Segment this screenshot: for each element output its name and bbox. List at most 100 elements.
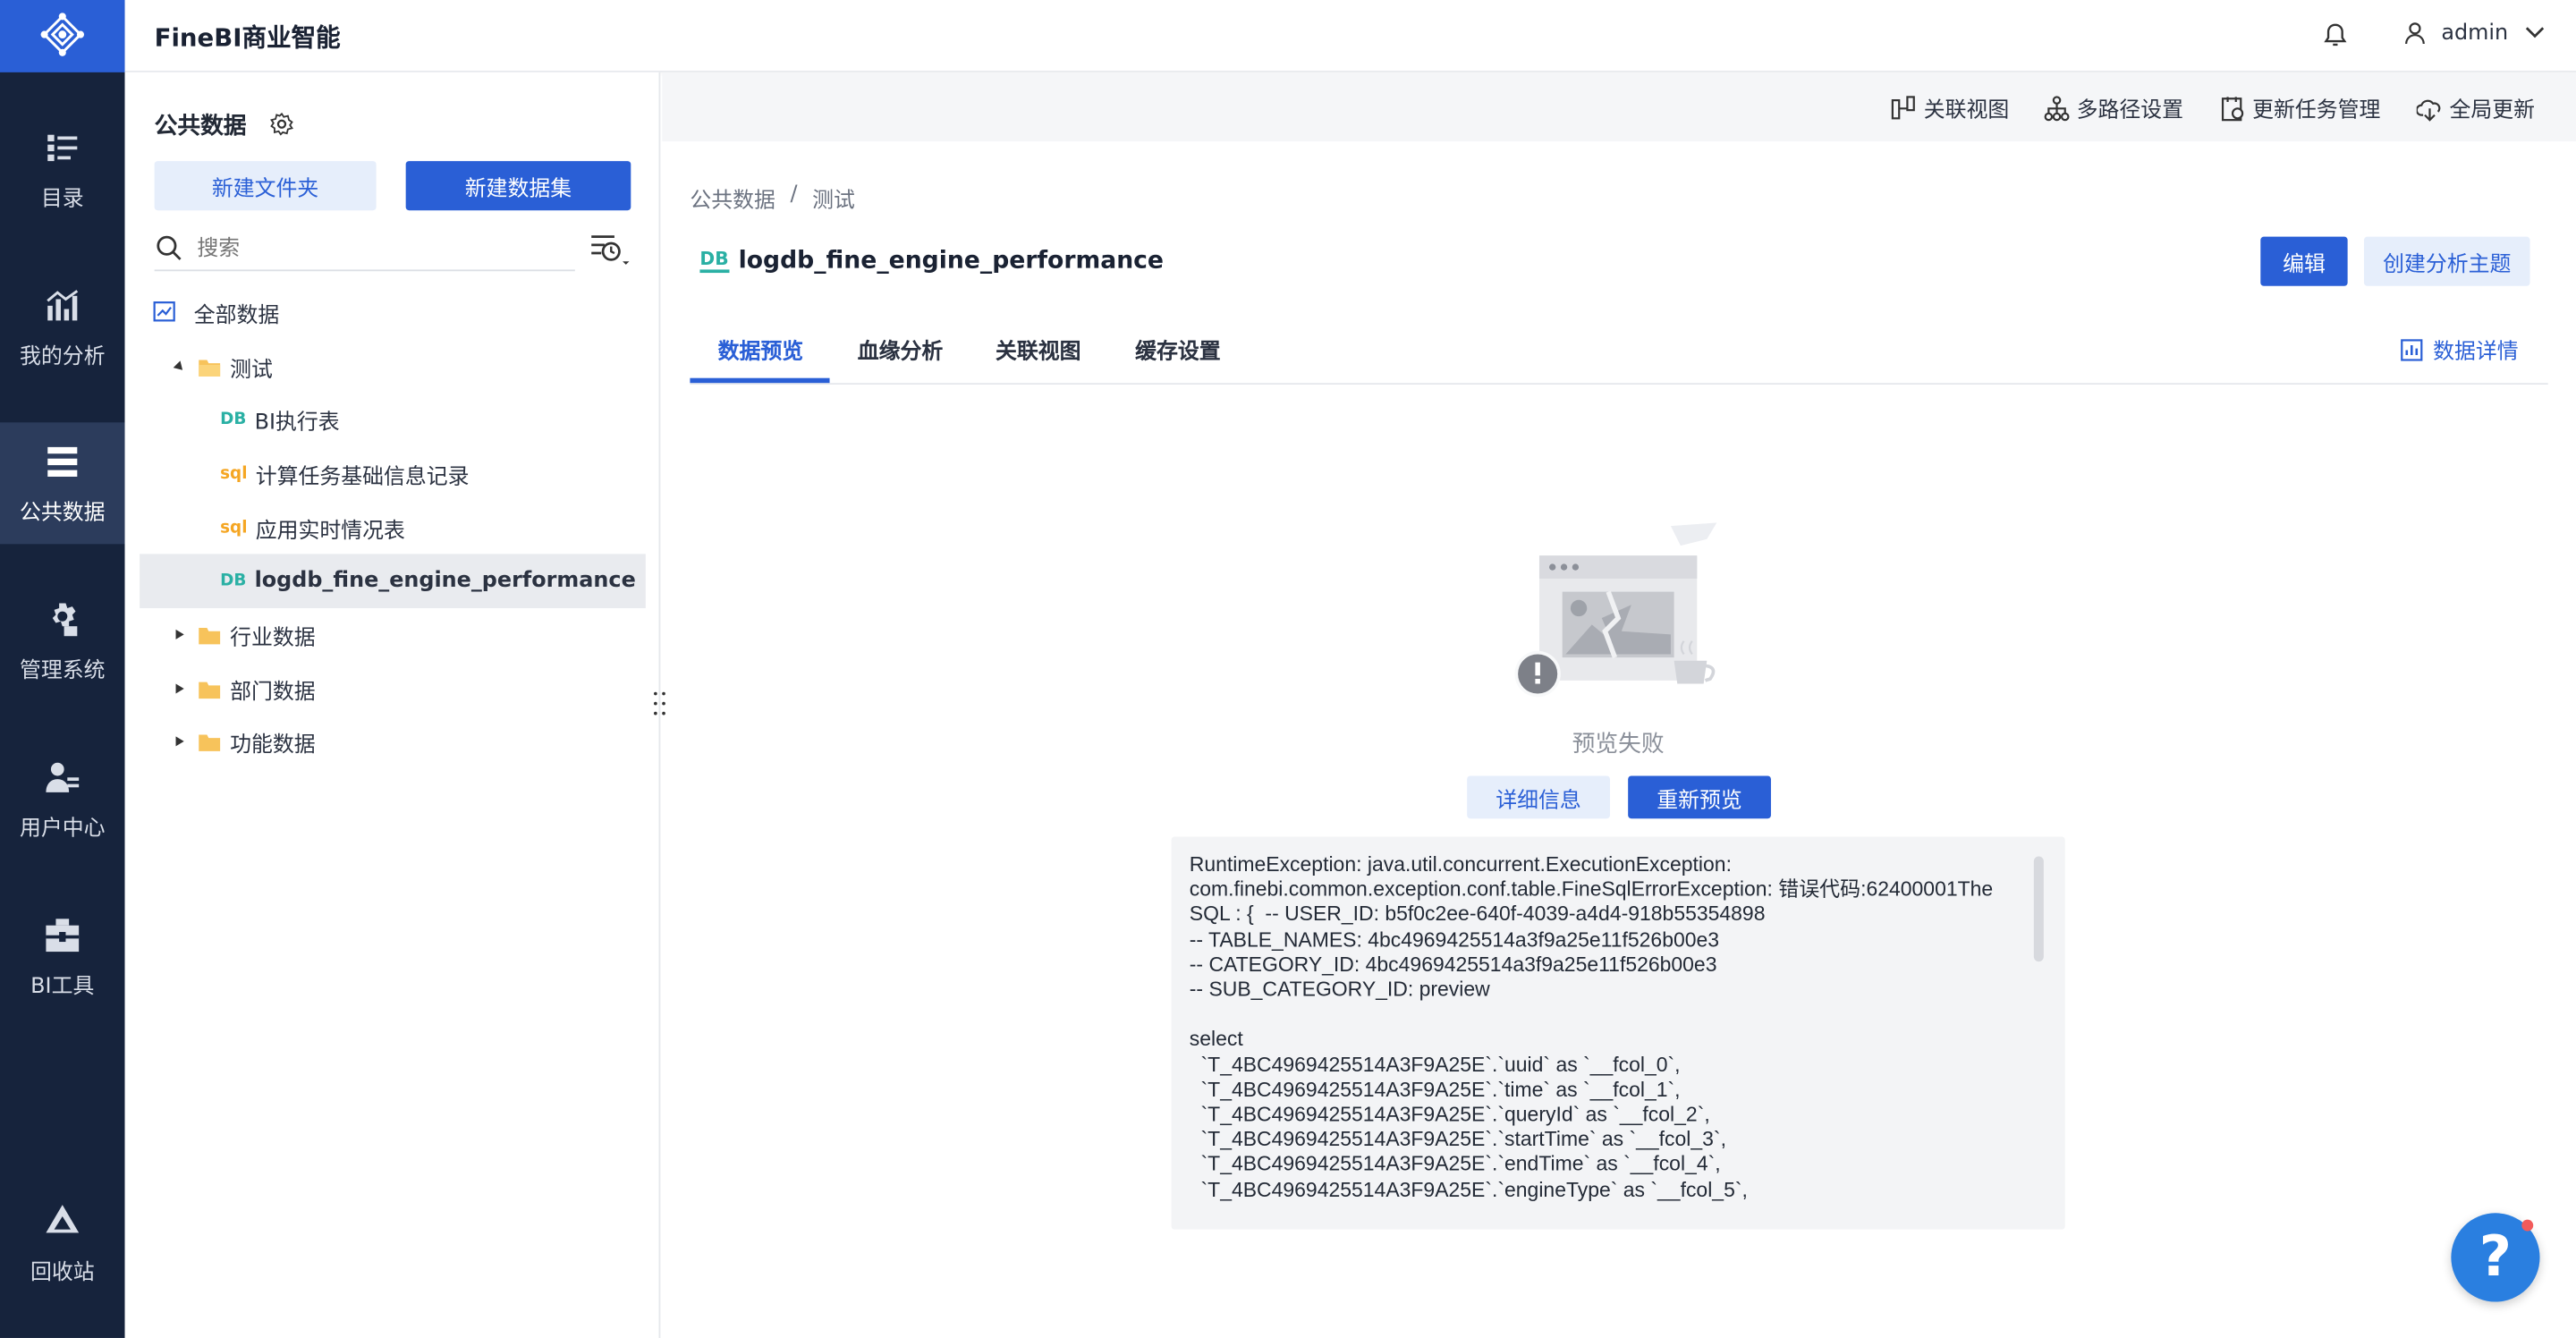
search-input[interactable] (197, 235, 559, 261)
tree-item-dataset[interactable]: DB BI执行表 (220, 393, 340, 445)
tree-item-all-data[interactable]: 全部数据 (153, 286, 279, 339)
app-logo[interactable] (0, 0, 125, 72)
nav-label: 目录 (40, 186, 84, 212)
nav-item-user-center[interactable]: 用户中心 (0, 738, 125, 860)
tab-relation-view[interactable]: 关联视图 (996, 334, 1081, 365)
search-icon (157, 235, 182, 260)
user-menu[interactable]: admin (2402, 20, 2544, 46)
folder-icon (199, 681, 221, 699)
cloud-refresh-icon (2416, 98, 2441, 121)
toolbar-update-task-button[interactable]: 更新任务管理 (2219, 92, 2380, 123)
bell-icon[interactable] (2321, 21, 2349, 49)
relation-view-icon (1891, 95, 1915, 119)
nav-item-recycle-bin[interactable]: 回收站 (0, 1181, 125, 1303)
task-icon (2221, 96, 2244, 121)
tab-divider (690, 383, 2548, 385)
filter-history-icon[interactable] (589, 233, 632, 267)
breadcrumb-current[interactable]: 测试 (812, 182, 855, 214)
tree-item-dataset-selected[interactable]: DB logdb_fine_engine_performance (220, 554, 636, 606)
folder-open-icon (199, 359, 221, 376)
app-title: FineBI商业智能 (154, 22, 341, 53)
preview-failed-illustration (1514, 522, 1717, 698)
finebi-app: 目录 我的分析 公共数据 管理系统 用户中心 BI工具 回收站 FineBI商业… (0, 0, 2576, 1338)
tree-folder[interactable]: 部门数据 (173, 663, 316, 716)
user-icon (2405, 22, 2425, 45)
nav-item-my-analysis[interactable]: 我的分析 (0, 267, 125, 388)
error-message-box: RuntimeException: java.util.concurrent.E… (1171, 836, 2065, 1230)
breadcrumb-root[interactable]: 公共数据 (690, 182, 775, 214)
tab-lineage[interactable]: 血缘分析 (858, 334, 944, 365)
breadcrumb: 公共数据 / 测试 (690, 182, 854, 214)
toolbar-label: 关联视图 (1923, 98, 2010, 123)
user-name: admin (2441, 20, 2509, 46)
caret-right-icon[interactable] (173, 734, 186, 748)
panel-title: 公共数据 (154, 113, 247, 140)
sql-icon: sql (220, 518, 248, 538)
tree-item-dataset[interactable]: sql 应用实时情况表 (220, 502, 405, 555)
nav-item-public-data[interactable]: 公共数据 (0, 422, 125, 545)
new-dataset-button[interactable]: 新建数据集 (405, 161, 631, 211)
tree-folder-test[interactable]: 测试 (173, 340, 273, 393)
scrollbar-thumb[interactable] (2033, 856, 2044, 962)
tree-label: 应用实时情况表 (255, 518, 405, 544)
nav-label: 公共数据 (20, 500, 106, 526)
details-button[interactable]: 详细信息 (1467, 775, 1610, 819)
list-icon (47, 133, 78, 161)
tab-data-preview[interactable]: 数据预览 (718, 334, 804, 365)
database-icon (47, 445, 78, 477)
sql-icon: sql (220, 464, 248, 483)
toolbar-label: 全局更新 (2449, 98, 2536, 123)
folder-icon (199, 733, 221, 750)
gear-icon (52, 602, 78, 636)
nav-label: BI工具 (30, 973, 95, 999)
caret-right-icon[interactable] (173, 628, 186, 641)
nav-label: 管理系统 (20, 658, 106, 683)
data-details-link[interactable]: 数据详情 (2400, 334, 2519, 365)
search-box[interactable] (154, 227, 575, 272)
notification-dot (2521, 1219, 2534, 1232)
tree-item-dataset[interactable]: sql 计算任务基础信息记录 (220, 447, 469, 500)
tree-label: 行业数据 (230, 625, 316, 650)
toolbar-multipath-button[interactable]: 多路径设置 (2044, 92, 2183, 123)
tab-cache-settings[interactable]: 缓存设置 (1135, 334, 1221, 365)
preview-status: 预览失败 (1572, 731, 1665, 758)
new-folder-button[interactable]: 新建文件夹 (154, 161, 377, 211)
settings-icon[interactable] (269, 112, 294, 137)
toolbar-label: 多路径设置 (2076, 98, 2184, 123)
caret-down-icon[interactable] (173, 360, 186, 373)
tree-label: logdb_fine_engine_performance (254, 567, 636, 593)
nav-label: 回收站 (30, 1259, 95, 1285)
retry-preview-button[interactable]: 重新预览 (1628, 775, 1771, 819)
caret-right-icon[interactable] (173, 682, 186, 696)
toolbar-relation-view-button[interactable]: 关联视图 (1891, 92, 2009, 123)
dataset-header: DB logdb_fine_engine_performance (699, 249, 1164, 275)
tree-label: 测试 (230, 357, 273, 383)
user-group-icon (46, 761, 80, 792)
top-header: FineBI商业智能 admin (124, 0, 2576, 72)
data-panel: 公共数据 新建文件夹 新建数据集 全部数据 测试 DB BI执行表 sql 计算… (124, 72, 661, 1338)
dataset-title: logdb_fine_engine_performance (738, 248, 1165, 275)
create-topic-button[interactable]: 创建分析主题 (2364, 236, 2530, 286)
tree-label: 计算任务基础信息记录 (255, 464, 470, 489)
toolbar-global-update-button[interactable]: 全局更新 (2416, 92, 2536, 123)
nav-item-bi-tools[interactable]: BI工具 (0, 896, 125, 1018)
nav-item-catalog[interactable]: 目录 (0, 108, 125, 230)
edit-button[interactable]: 编辑 (2260, 236, 2348, 286)
multipath-icon (2044, 95, 2070, 121)
tree-label: 部门数据 (230, 679, 316, 705)
data-details-label: 数据详情 (2433, 340, 2519, 365)
logo-icon (40, 13, 85, 56)
db-icon: DB (220, 410, 247, 428)
panel-resize-handle[interactable] (652, 690, 668, 716)
chevron-down-icon (2525, 27, 2544, 38)
main-toolbar: 关联视图 多路径设置 更新任务管理 全局更新 (662, 72, 2576, 142)
nav-item-management[interactable]: 管理系统 (0, 580, 125, 702)
chart-details-icon (2401, 338, 2423, 360)
tree-folder[interactable]: 功能数据 (173, 715, 316, 767)
tree-label: BI执行表 (254, 410, 340, 436)
nav-label: 用户中心 (20, 816, 106, 842)
tree-label: 功能数据 (230, 732, 316, 758)
db-icon: DB (220, 571, 247, 589)
tab-active-indicator (690, 377, 830, 384)
tree-folder[interactable]: 行业数据 (173, 608, 316, 661)
